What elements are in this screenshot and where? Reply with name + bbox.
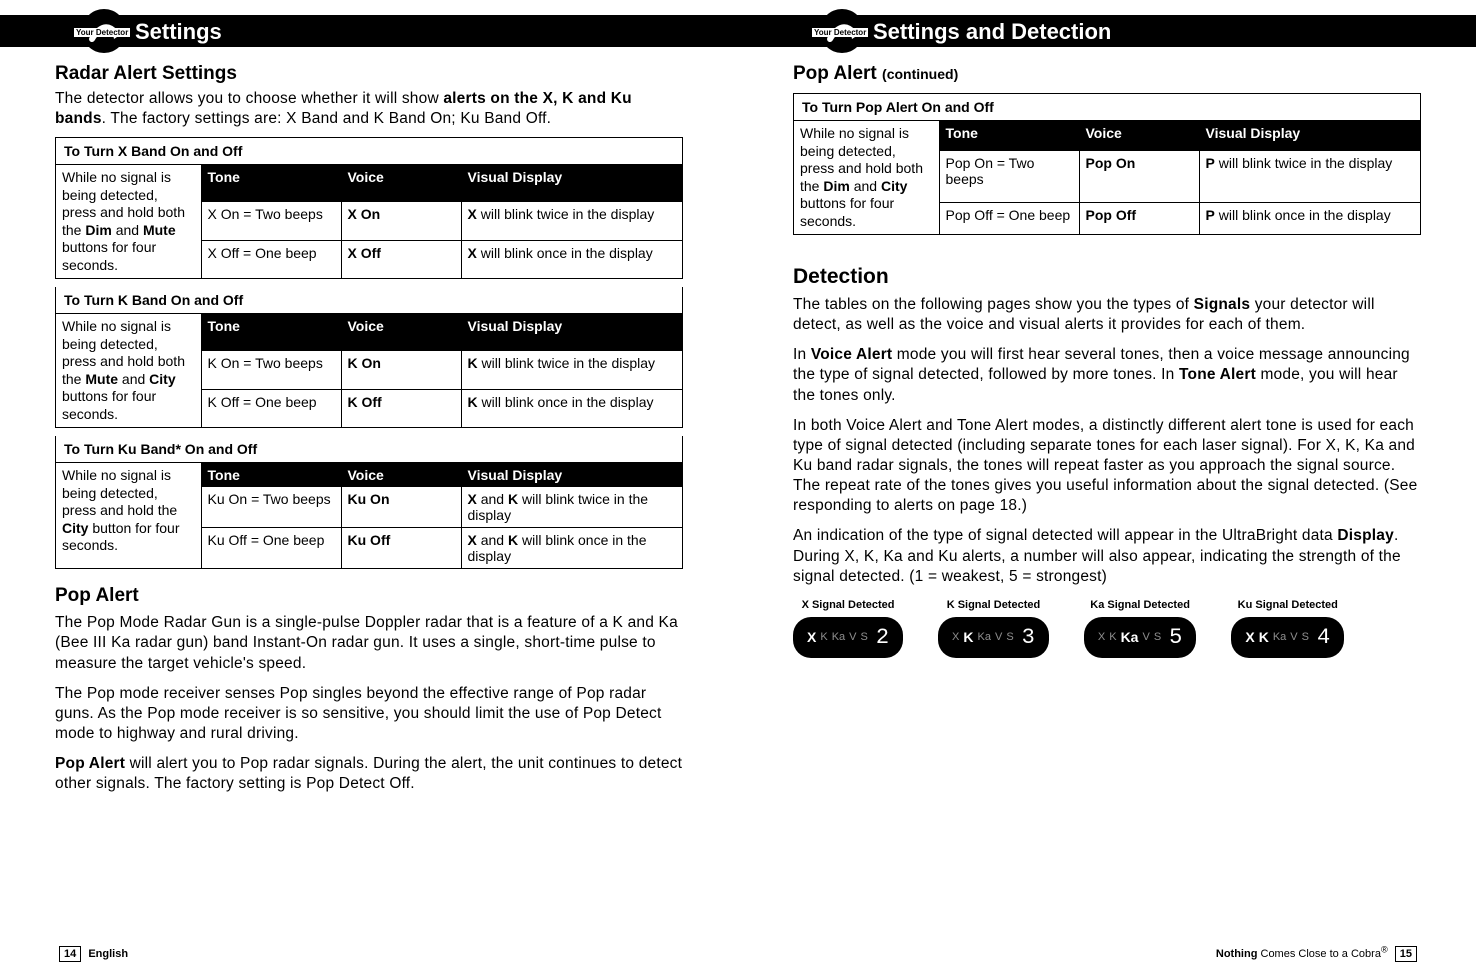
footer-right: Nothing Comes Close to a Cobra® 15	[1216, 944, 1421, 960]
cell: K On = Two beeps	[201, 351, 341, 389]
pop-instructions: While no signal is being detected, press…	[794, 121, 939, 234]
pop-table: To Turn Pop Alert On and Off While no si…	[793, 93, 1421, 235]
page-number: 15	[1395, 946, 1417, 962]
xband-table: To Turn X Band On and Off While no signa…	[55, 137, 683, 279]
cell: K Off	[341, 389, 461, 427]
pop-alert-title: Pop Alert	[55, 585, 683, 607]
badge-label: K Signal Detected	[938, 599, 1049, 611]
badge-x: X Signal Detected XKKaVS2	[793, 599, 903, 658]
pop-para2: The Pop mode receiver senses Pop singles…	[55, 684, 683, 744]
cell: Ku On = Two beeps	[201, 487, 341, 528]
pop-para3: Pop Alert will alert you to Pop radar si…	[55, 754, 683, 794]
cell: Pop On	[1079, 151, 1199, 202]
header-title: Settings and Detection	[873, 19, 1111, 45]
det-para4: An indication of the type of signal dete…	[793, 526, 1421, 586]
kuband-title: To Turn Ku Band* On and Off	[56, 436, 682, 463]
cell: X Off	[341, 240, 461, 278]
header-subtitle: Your Detector	[74, 28, 130, 37]
col-voice: Voice	[341, 165, 461, 202]
det-para3: In both Voice Alert and Tone Alert modes…	[793, 416, 1421, 517]
page-number: 14	[59, 946, 81, 962]
xband-instructions: While no signal is being detected, press…	[56, 165, 201, 278]
radar-settings-title: Radar Alert Settings	[55, 63, 683, 85]
det-para2: In Voice Alert mode you will first hear …	[793, 345, 1421, 405]
col-tone: Tone	[201, 314, 341, 351]
kband-title: To Turn K Band On and Off	[56, 287, 682, 314]
cell: X and K will blink once in the display	[461, 528, 682, 569]
badge-label: Ku Signal Detected	[1231, 599, 1344, 611]
cell: Ku Off	[341, 528, 461, 569]
badge-pill: XKKaVS5	[1084, 617, 1196, 658]
kband-instructions: While no signal is being detected, press…	[56, 314, 201, 427]
detection-title: Detection	[793, 265, 1421, 289]
right-page: Settings and Detection Your Detector Pop…	[738, 0, 1476, 975]
radar-intro: The detector allows you to choose whethe…	[55, 89, 683, 129]
cell: Ku On	[341, 487, 461, 528]
footer-left: 14 English	[55, 948, 128, 960]
badge-ku: Ku Signal Detected XKKaVS4	[1231, 599, 1344, 658]
pop-table-title: To Turn Pop Alert On and Off	[794, 94, 1420, 121]
badge-label: X Signal Detected	[793, 599, 903, 611]
badge-k: K Signal Detected XKKaVS3	[938, 599, 1049, 658]
col-voice: Voice	[341, 314, 461, 351]
cell: Ku Off = One beep	[201, 528, 341, 569]
cell: X and K will blink twice in the display	[461, 487, 682, 528]
col-voice: Voice	[341, 463, 461, 487]
col-tone: Tone	[201, 165, 341, 202]
cell: K will blink twice in the display	[461, 351, 682, 389]
header-title: Settings	[135, 19, 222, 45]
signal-badges: X Signal Detected XKKaVS2 K Signal Detec…	[793, 599, 1421, 658]
cell: P will blink once in the display	[1199, 203, 1420, 234]
footer-text: Nothing Comes Close to a Cobra®	[1216, 948, 1388, 960]
badge-pill: XKKaVS4	[1231, 617, 1344, 658]
col-visual: Visual Display	[461, 165, 682, 202]
badge-ka: Ka Signal Detected XKKaVS5	[1084, 599, 1196, 658]
kuband-instructions: While no signal is being detected, press…	[56, 463, 201, 568]
badge-pill: XKKaVS2	[793, 617, 903, 658]
col-tone: Tone	[939, 121, 1079, 151]
det-para1: The tables on the following pages show y…	[793, 295, 1421, 335]
cell: K On	[341, 351, 461, 389]
header-subtitle: Your Detector	[812, 28, 868, 37]
cell: Pop Off = One beep	[939, 203, 1079, 234]
pop-cont-title: Pop Alert (continued)	[793, 63, 1421, 85]
col-visual: Visual Display	[1199, 121, 1420, 151]
cell: X will blink once in the display	[461, 240, 682, 278]
cell: X will blink twice in the display	[461, 202, 682, 240]
badge-pill: XKKaVS3	[938, 617, 1049, 658]
col-tone: Tone	[201, 463, 341, 487]
cell: X On	[341, 202, 461, 240]
col-visual: Visual Display	[461, 463, 682, 487]
col-visual: Visual Display	[461, 314, 682, 351]
cell: K Off = One beep	[201, 389, 341, 427]
cell: X Off = One beep	[201, 240, 341, 278]
cell: Pop Off	[1079, 203, 1199, 234]
cell: X On = Two beeps	[201, 202, 341, 240]
badge-label: Ka Signal Detected	[1084, 599, 1196, 611]
cell: Pop On = Two beeps	[939, 151, 1079, 202]
footer-text: English	[88, 948, 128, 960]
cell: P will blink twice in the display	[1199, 151, 1420, 202]
kband-table: To Turn K Band On and Off While no signa…	[55, 287, 683, 428]
cell: K will blink once in the display	[461, 389, 682, 427]
left-page: Settings Your Detector Radar Alert Setti…	[0, 0, 738, 975]
kuband-table: To Turn Ku Band* On and Off While no sig…	[55, 436, 683, 569]
col-voice: Voice	[1079, 121, 1199, 151]
xband-title: To Turn X Band On and Off	[56, 138, 682, 165]
pop-para1: The Pop Mode Radar Gun is a single-pulse…	[55, 613, 683, 673]
